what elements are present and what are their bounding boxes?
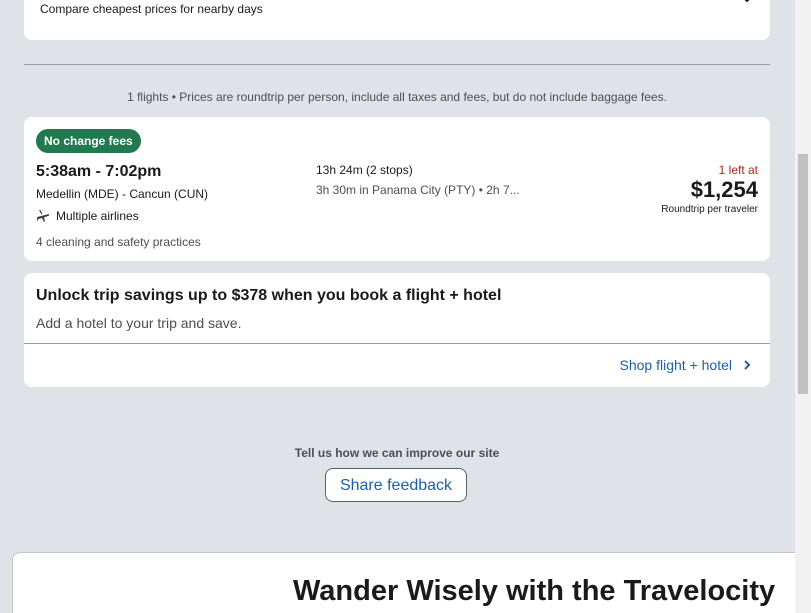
no-change-fees-badge: No change fees <box>36 129 141 153</box>
chevron-right-icon <box>744 360 751 370</box>
scrollbar-thumb[interactable] <box>798 154 808 394</box>
flight-route: Medellin (MDE) - Cancun (CUN) <box>36 187 209 201</box>
compare-nearby-days-card[interactable]: Compare cheapest prices for nearby days <box>24 0 770 40</box>
shop-flight-hotel-label: Shop flight + hotel <box>619 357 732 373</box>
airlines-row: Multiple airlines <box>36 209 139 223</box>
bundle-subtitle: Add a hotel to your trip and save. <box>36 315 242 331</box>
flight-price: $1,254 <box>690 177 758 202</box>
multiple-airlines-icon <box>37 210 49 222</box>
promo-title: Wander Wisely with the Travelocity <box>293 575 776 607</box>
bundle-divider <box>24 343 770 344</box>
flight-duration: 13h 24m (2 stops) <box>316 163 413 177</box>
shop-flight-hotel-link[interactable]: Shop flight + hotel <box>620 357 752 373</box>
promo-card: Wander Wisely with the Travelocity <box>12 552 809 613</box>
chevron-down-icon[interactable] <box>740 0 754 4</box>
section-divider <box>24 64 770 65</box>
compare-nearby-days-text: Compare cheapest prices for nearby days <box>40 2 263 16</box>
flight-times: 5:38am - 7:02pm <box>36 163 162 180</box>
safety-practices: 4 cleaning and safety practices <box>36 235 201 249</box>
layover-info: 3h 30m in Panama City (PTY) • 2h 7... <box>316 183 520 197</box>
results-info: 1 flights • Prices are roundtrip per per… <box>127 90 667 104</box>
bundle-title: Unlock trip savings up to $378 when you … <box>36 287 502 304</box>
share-feedback-button[interactable]: Share feedback <box>325 468 467 502</box>
price-note: Roundtrip per traveler <box>661 204 758 215</box>
airlines-label: Multiple airlines <box>56 209 139 223</box>
page: Compare cheapest prices for nearby days … <box>0 0 811 613</box>
scrollbar[interactable] <box>795 0 811 613</box>
flight-result-card[interactable]: No change fees 5:38am - 7:02pm Medellin … <box>24 117 770 261</box>
feedback-prompt: Tell us how we can improve our site <box>294 446 500 460</box>
flight-hotel-bundle-card: Unlock trip savings up to $378 when you … <box>24 273 770 387</box>
seats-left: 1 left at <box>718 163 758 177</box>
